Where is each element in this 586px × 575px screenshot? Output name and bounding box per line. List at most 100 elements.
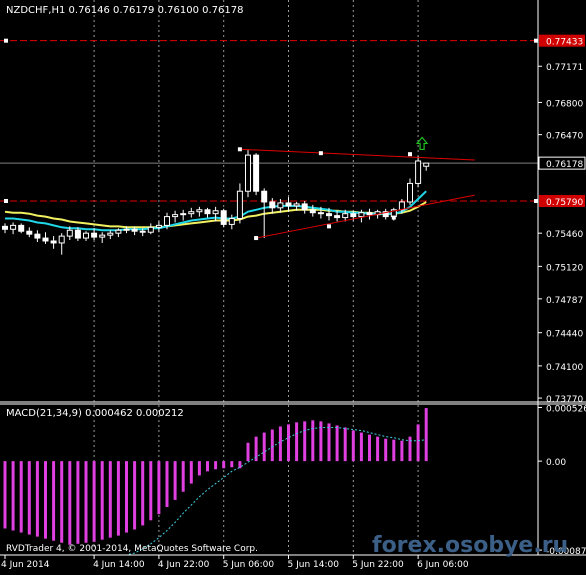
candle-bullish: [236, 190, 243, 220]
macd-histogram-bar: [149, 461, 153, 521]
macd-histogram-bar: [181, 461, 185, 492]
current-price-label: 0.76178: [546, 160, 583, 170]
macd-histogram-bar: [246, 442, 250, 462]
candle-bullish: [196, 209, 203, 213]
candle-bullish: [107, 232, 114, 236]
price-chart[interactable]: 0.77433 0.75790 0.76178 4 Jun 2014 4 Jun 14…: [0, 0, 586, 571]
macd-histogram-bar: [197, 461, 201, 476]
candle-bullish: [115, 229, 122, 234]
macd-histogram-bar: [44, 461, 47, 539]
candle-bullish: [172, 214, 179, 218]
candle-bearish: [317, 212, 324, 215]
candle-bullish: [293, 203, 300, 207]
candle-bullish: [188, 211, 195, 215]
y-tick-label: 0.76800: [546, 99, 583, 109]
candle-bullish: [147, 226, 154, 233]
macd-histogram-bar: [327, 423, 331, 462]
candle-bullish: [155, 224, 162, 228]
macd-histogram-bar: [343, 427, 347, 462]
line-anchor-point: [4, 38, 8, 43]
macd-histogram-bar: [295, 422, 299, 462]
y-tick-label: 0.74440: [546, 330, 583, 340]
macd-histogram-bar: [68, 461, 72, 545]
x-tick-label: 6 Jun 06:00: [417, 560, 469, 570]
candle-bearish: [91, 232, 98, 238]
trend-anchor-point: [327, 224, 331, 229]
macd-histogram-bar: [35, 461, 39, 537]
macd-histogram-bar: [133, 461, 137, 530]
macd-histogram-bar: [189, 461, 193, 484]
candle-bullish: [358, 212, 365, 218]
candle-bullish: [228, 218, 235, 225]
trend-anchor-point: [254, 236, 259, 241]
watermark-text: forex.osobye.ru: [372, 533, 568, 558]
candle-bearish: [261, 190, 268, 203]
macd-histogram-bar: [376, 436, 380, 462]
macd-histogram-bar: [400, 440, 404, 462]
trend-anchor-point: [391, 215, 396, 220]
line-anchor-point: [534, 38, 538, 43]
candle-bullish: [180, 213, 187, 216]
trend-anchor-point: [237, 147, 242, 152]
macd-histogram-bar: [238, 461, 242, 469]
candle-bullish: [58, 235, 65, 244]
candle-bearish: [2, 225, 8, 230]
candle-bullish: [99, 234, 106, 238]
candle-bearish: [253, 154, 260, 192]
candle-bullish: [415, 160, 422, 184]
candle-bullish: [164, 216, 170, 226]
macd-histogram-bar: [92, 461, 96, 542]
price-line-label: 0.77433: [546, 38, 583, 48]
candle-bullish: [423, 162, 430, 167]
macd-histogram-bar: [368, 434, 371, 462]
x-tick-label: 4 Jun 22:00: [158, 560, 210, 570]
macd-histogram-bar: [157, 461, 161, 515]
macd-histogram-bar: [311, 420, 315, 462]
candle-bullish: [123, 228, 130, 231]
symbol-header: NZDCHF,H1 0.76146 0.76179 0.76100 0.7617…: [6, 5, 243, 16]
candle-bearish: [220, 210, 227, 225]
candle-bearish: [366, 212, 373, 216]
macd-histogram-bar: [214, 461, 218, 470]
x-tick-label: 4 Jun 2014: [1, 560, 50, 570]
candle-bearish: [74, 229, 81, 239]
x-tick-label: 5 Jun 06:00: [223, 560, 275, 570]
candle-bearish: [18, 224, 25, 232]
candle-bullish: [342, 213, 349, 219]
macd-histogram-bar: [125, 461, 128, 533]
macd-histogram-bar: [359, 432, 363, 462]
candle-bearish: [285, 202, 292, 207]
line-anchor-point: [4, 198, 8, 203]
candle-bearish: [301, 203, 308, 211]
macd-histogram-bar: [287, 424, 290, 462]
macd-histogram-bar: [19, 461, 23, 533]
macd-histogram-bar: [52, 461, 56, 541]
macd-histogram-bar: [278, 426, 282, 462]
macd-title: MACD(21,34,9) 0.000462 0.000212: [6, 408, 184, 419]
candle-bearish: [26, 230, 33, 235]
chart-background: [0, 0, 586, 571]
macd-histogram-bar: [100, 461, 104, 540]
candle-bullish: [407, 182, 413, 203]
y-tick-label: 0.77171: [546, 63, 583, 73]
y-tick-label: 0.74787: [546, 296, 583, 306]
macd-y-tick-label: 0.000526: [546, 404, 586, 414]
macd-histogram-bar: [206, 461, 209, 472]
macd-y-tick-label: 0.00: [546, 458, 566, 468]
candle-bullish: [245, 154, 251, 192]
macd-histogram-bar: [76, 461, 80, 544]
macd-histogram-bar: [270, 429, 274, 462]
chart-window[interactable]: 0.77433 0.75790 0.76178 4 Jun 2014 4 Jun 14…: [0, 0, 586, 571]
trend-anchor-point: [408, 152, 412, 157]
macd-histogram-bar: [84, 461, 88, 543]
x-tick-label: 5 Jun 22:00: [352, 560, 404, 570]
candle-bullish: [10, 224, 17, 230]
copyright-text: RVDTrader 4, © 2001-2014, MetaQuotes Sof…: [6, 544, 258, 554]
y-tick-label: 0.74100: [546, 363, 583, 373]
macd-histogram-bar: [384, 438, 388, 462]
candle-bullish: [212, 210, 219, 215]
price-line-label: 0.75790: [546, 198, 583, 208]
candle-bullish: [83, 232, 89, 239]
line-anchor-point: [534, 198, 538, 203]
candle-bearish: [334, 215, 341, 219]
